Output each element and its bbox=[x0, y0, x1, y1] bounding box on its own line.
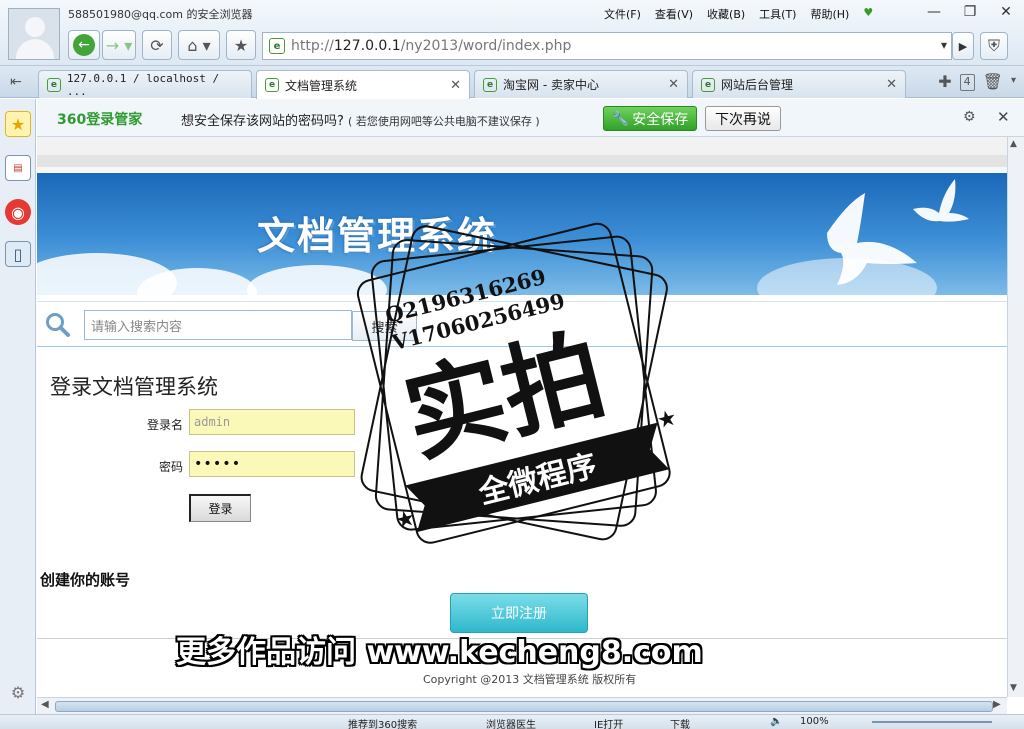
settings-gear-icon[interactable]: ⚙ bbox=[5, 679, 31, 705]
maximize-button[interactable]: ❐ bbox=[952, 0, 988, 24]
menu-item-help[interactable]: 帮助(H) bbox=[810, 6, 849, 22]
chevron-down-icon[interactable]: ▾ bbox=[941, 38, 947, 52]
volume-icon[interactable]: 🔈 bbox=[770, 716, 782, 727]
user-account-text: 588501980@qq.com 的安全浏览器 bbox=[68, 8, 253, 21]
password-label: 密码 bbox=[159, 460, 184, 474]
back-arrow-icon: ← bbox=[73, 34, 95, 56]
tab-tools: ✚ 4 🗑 ▾ bbox=[938, 72, 1016, 91]
copyright-text: Copyright @2013 文档管理系统 版权所有 bbox=[423, 673, 637, 686]
tab-favicon-icon: e bbox=[47, 77, 61, 92]
page-favicon-icon: e bbox=[269, 38, 285, 54]
news-icon[interactable]: ▤ bbox=[5, 155, 31, 181]
shirt-icon[interactable]: ♥ bbox=[863, 6, 873, 22]
home-icon: ⌂ ▾ bbox=[187, 35, 211, 55]
bottom-watermark-text: 更多作品访问 www.kecheng8.com bbox=[176, 635, 703, 670]
status-browser-doctor[interactable]: 浏览器医生 bbox=[486, 716, 536, 729]
horizontal-scrollbar[interactable]: ◀ ▶ bbox=[37, 697, 1007, 714]
mobile-icon[interactable]: ▯ bbox=[5, 241, 31, 267]
back-button[interactable]: ← bbox=[68, 30, 100, 60]
password-input[interactable]: ••••• bbox=[189, 451, 355, 477]
close-icon[interactable]: ✕ bbox=[997, 108, 1010, 126]
tab-taobao-seller[interactable]: e 淘宝网 - 卖家中心 ✕ bbox=[474, 70, 688, 98]
tab-count-icon[interactable]: 4 bbox=[959, 74, 975, 91]
favorite-star-button[interactable]: ★ bbox=[226, 30, 256, 60]
window-controls: — ❐ ✕ bbox=[916, 0, 1024, 24]
refresh-icon: ⟳ bbox=[150, 35, 164, 55]
zoom-slider[interactable] bbox=[872, 721, 992, 723]
dove-icon bbox=[913, 179, 969, 222]
menu-item-tools[interactable]: 工具(T) bbox=[759, 6, 796, 22]
save-password-button[interactable]: 🔧 安全保存 bbox=[603, 106, 697, 131]
tab-close-icon[interactable]: ✕ bbox=[450, 78, 461, 93]
close-window-button[interactable]: ✕ bbox=[988, 0, 1024, 24]
tab-favicon-icon: e bbox=[701, 77, 715, 92]
trash-icon[interactable]: 🗑 bbox=[983, 72, 1003, 91]
status-ie-open[interactable]: IE打开 bbox=[594, 716, 623, 729]
tab-favicon-icon: e bbox=[265, 78, 279, 92]
side-toolbar: ★ ▤ ◉ ▯ ⚙ bbox=[0, 99, 36, 714]
status-recommend-search[interactable]: 推荐到360搜索 bbox=[348, 716, 417, 729]
scroll-right-icon[interactable]: ▶ bbox=[993, 699, 1001, 710]
username-label: 登录名 bbox=[147, 418, 184, 432]
menu-item-view[interactable]: 查看(V) bbox=[655, 6, 693, 22]
browser-titlebar: 588501980@qq.com 的安全浏览器 文件(F) 查看(V) 收藏(B… bbox=[0, 0, 1024, 66]
favorites-star-icon[interactable]: ★ bbox=[5, 111, 31, 137]
wrench-icon: 🔧 bbox=[611, 110, 630, 127]
login-manager-logo: 360登录管家 bbox=[57, 112, 143, 128]
status-download[interactable]: 下载 bbox=[670, 716, 690, 729]
address-bar[interactable]: e http://127.0.0.1/ny2013/word/index.php… bbox=[262, 32, 952, 60]
tab-close-icon[interactable]: ✕ bbox=[886, 77, 897, 92]
password-save-question: 想安全保存该网站的密码吗? ( 若您使用网吧等公共电脑不建议保存 ) bbox=[181, 114, 540, 129]
scroll-up-icon[interactable]: ▲ bbox=[1010, 139, 1017, 149]
new-tab-icon[interactable]: ✚ bbox=[938, 72, 951, 91]
header-strip bbox=[37, 137, 1007, 155]
menubar: 文件(F) 查看(V) 收藏(B) 工具(T) 帮助(H) ♥ bbox=[604, 6, 873, 22]
status-bar: 推荐到360搜索 浏览器医生 IE打开 下载 🔈 100% bbox=[0, 714, 1024, 729]
star-icon: ★ bbox=[233, 35, 249, 55]
menu-item-file[interactable]: 文件(F) bbox=[604, 6, 641, 22]
gear-icon[interactable]: ⚙ bbox=[963, 109, 976, 125]
menu-item-favorites[interactable]: 收藏(B) bbox=[707, 6, 745, 22]
login-title: 登录文档管理系统 bbox=[50, 375, 218, 399]
create-account-heading: 创建你的账号 bbox=[40, 571, 131, 589]
refresh-button[interactable]: ⟳ bbox=[142, 30, 172, 60]
header-strip bbox=[37, 155, 1007, 167]
address-url: http://127.0.0.1/ny2013/word/index.php bbox=[291, 38, 572, 54]
search-input[interactable]: 请输入搜索内容 bbox=[84, 310, 352, 340]
weibo-icon[interactable]: ◉ bbox=[5, 199, 31, 225]
tab-document-system[interactable]: e 文档管理系统 ✕ bbox=[256, 70, 470, 99]
forward-button[interactable]: → ▾ bbox=[102, 30, 136, 60]
scrollbar-thumb[interactable] bbox=[55, 701, 993, 712]
tab-favicon-icon: e bbox=[483, 77, 497, 92]
star-icon: ★ bbox=[654, 405, 679, 434]
tab-localhost[interactable]: e 127.0.0.1 / localhost / ... bbox=[38, 70, 252, 98]
scroll-down-icon[interactable]: ▼ bbox=[1010, 683, 1017, 693]
user-avatar[interactable] bbox=[8, 8, 60, 60]
shield-icon: ⛨ bbox=[987, 36, 1000, 55]
minimize-button[interactable]: — bbox=[916, 0, 952, 24]
password-save-bar: 360登录管家 想安全保存该网站的密码吗? ( 若您使用网吧等公共电脑不建议保存… bbox=[37, 99, 1024, 137]
login-button[interactable]: 登录 bbox=[189, 494, 251, 522]
scroll-left-icon[interactable]: ◀ bbox=[41, 699, 49, 710]
chevron-down-icon[interactable]: ▾ bbox=[1011, 75, 1016, 91]
tab-site-admin[interactable]: e 网站后台管理 ✕ bbox=[692, 70, 906, 98]
tab-bar: ⇤ e 127.0.0.1 / localhost / ... e 文档管理系统… bbox=[0, 66, 1024, 99]
vertical-scrollbar[interactable]: ▲ ▼ bbox=[1007, 137, 1024, 697]
go-button[interactable]: ▶ bbox=[952, 32, 974, 60]
home-button[interactable]: ⌂ ▾ bbox=[178, 30, 220, 60]
security-shield-button[interactable]: ⛨ bbox=[980, 32, 1008, 60]
tab-close-icon[interactable]: ✕ bbox=[668, 77, 679, 92]
sidebar-toggle-icon[interactable]: ⇤ bbox=[10, 74, 22, 90]
photo-stamp-watermark: Q2196316269 V17060256499 实拍 全微程序 ★ ★ bbox=[356, 222, 680, 544]
not-now-button[interactable]: 下次再说 bbox=[705, 106, 781, 131]
username-input[interactable]: admin bbox=[189, 409, 355, 435]
star-icon: ★ bbox=[393, 506, 418, 535]
status-zoom[interactable]: 100% bbox=[800, 716, 829, 727]
search-icon bbox=[46, 313, 70, 337]
forward-arrow-icon: → ▾ bbox=[105, 35, 133, 55]
